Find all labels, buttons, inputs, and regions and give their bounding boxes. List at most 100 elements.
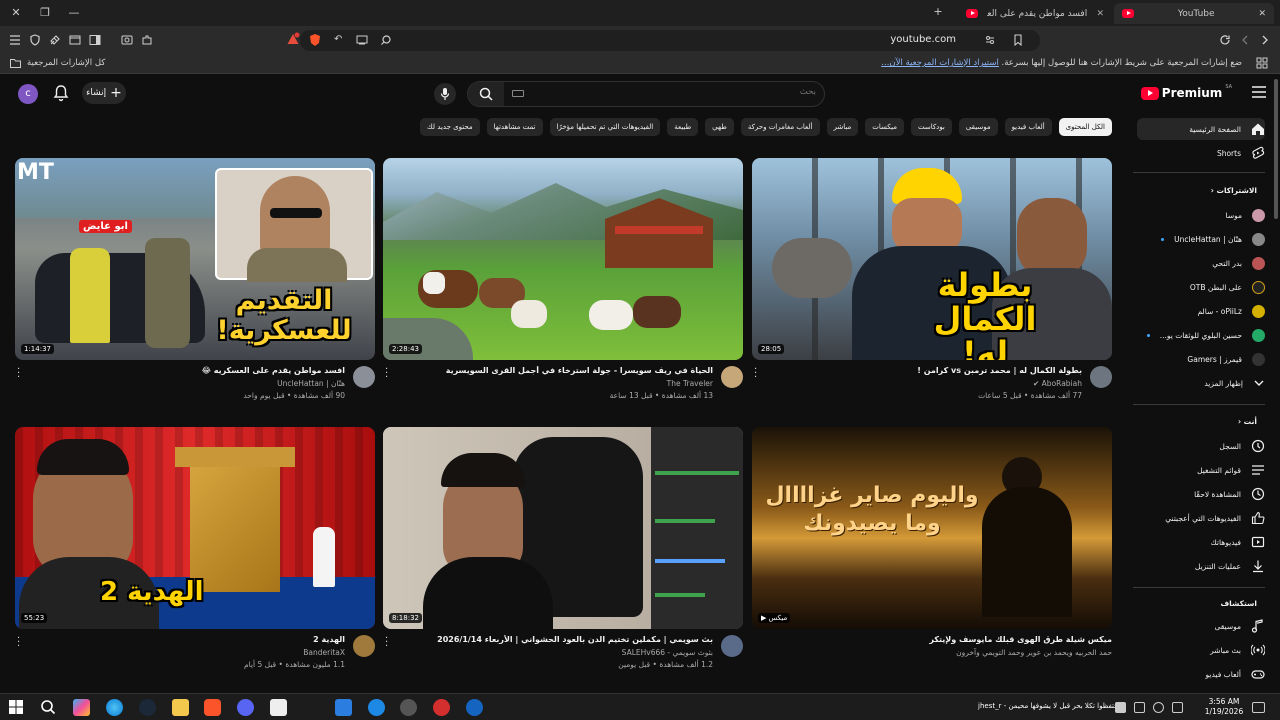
notification-center-icon[interactable]: [1252, 702, 1265, 713]
channel-avatar[interactable]: [721, 366, 743, 388]
subscriptions-heading[interactable]: الاشتراكات ‹: [1211, 186, 1257, 195]
reload-icon[interactable]: [1217, 32, 1233, 48]
channel-name[interactable]: AboRabiah ✔: [1033, 379, 1082, 388]
sidebar-subscription[interactable]: حسين البلوي للوثقات يو...: [1137, 324, 1265, 346]
video-title[interactable]: الحياة في ريف سويسرا - جولة استرخاء في أ…: [395, 366, 713, 375]
sidebar-subscription[interactable]: موسا: [1137, 204, 1265, 226]
sidebar-item-live[interactable]: بث مباشر: [1137, 639, 1265, 661]
video-thumbnail[interactable]: الهدية 2 55:23: [15, 427, 375, 629]
chip-action-adventure[interactable]: ألعاب مغامرات وحركة: [740, 118, 820, 136]
video-card[interactable]: بطولة الكمال له! 28:05 بطولة الكمال له |…: [752, 158, 1112, 406]
brave-browser-icon[interactable]: [204, 699, 221, 716]
chip-mixes[interactable]: ميكسات: [865, 118, 904, 136]
app-icon[interactable]: [466, 699, 483, 716]
edge-icon[interactable]: [106, 699, 123, 716]
app-icon[interactable]: [368, 699, 385, 716]
page-scrollbar[interactable]: [1273, 75, 1280, 693]
battery-icon[interactable]: [1172, 702, 1183, 713]
sidebar-item-watch-later[interactable]: المشاهدة لاحقًا: [1137, 483, 1265, 505]
apps-grid-icon[interactable]: [1256, 57, 1268, 69]
sidebar-subscription[interactable]: هتّان | UncleHattan: [1137, 228, 1265, 250]
chip-gaming[interactable]: ألعاب فيديو: [1004, 118, 1052, 136]
video-thumbnail[interactable]: 2:28:43: [383, 158, 743, 360]
more-actions-icon[interactable]: · · ·: [754, 365, 758, 383]
close-tab-icon[interactable]: ✕: [1096, 9, 1104, 19]
file-explorer-icon[interactable]: [172, 699, 189, 716]
bell-icon[interactable]: [53, 84, 69, 102]
app-icon[interactable]: [335, 699, 352, 716]
minimize-window-icon[interactable]: —: [66, 5, 82, 21]
more-actions-icon[interactable]: · · ·: [385, 365, 389, 383]
sidebar-subscription[interactable]: قيمرز | Gamers: [1137, 348, 1265, 370]
windows-start-icon[interactable]: [8, 699, 25, 716]
channel-avatar[interactable]: [353, 635, 375, 657]
youtube-logo[interactable]: Premium SA: [1140, 84, 1232, 100]
taskbar-notification[interactable]: احتفظوا تكلا بحر قبل لا يشوفها محيمن - j…: [978, 702, 1120, 710]
video-title[interactable]: بث سويمي | مكملين تختيم الدن بالعود الحش…: [395, 635, 713, 644]
more-actions-icon[interactable]: · · ·: [17, 365, 21, 383]
channel-avatar[interactable]: [1090, 366, 1112, 388]
guide-menu-icon[interactable]: [1252, 86, 1266, 98]
address-bar[interactable]: ↶ youtube.com: [287, 30, 1040, 51]
url-text[interactable]: youtube.com: [890, 34, 956, 45]
back-icon[interactable]: [1257, 32, 1273, 48]
reader-icon[interactable]: [356, 34, 368, 46]
sidebar-icon[interactable]: [87, 32, 103, 48]
puzzle-icon[interactable]: [139, 32, 155, 48]
alert-icon[interactable]: [286, 32, 300, 46]
tab-video[interactable]: افسد مواطن يقدم على العسكريه - YouTube ✕: [960, 3, 1110, 24]
copilot-icon[interactable]: [73, 699, 90, 716]
voice-search-button[interactable]: [434, 83, 456, 105]
new-tab-icon[interactable]: +: [930, 4, 946, 20]
sidebar-item-your-videos[interactable]: فيديوهاتك: [1137, 531, 1265, 553]
video-card[interactable]: MT ابو عايض التقديم للعسكرية! 1:14:37 اف…: [15, 158, 375, 406]
clock[interactable]: 3:56 AM 1/19/2026: [1200, 697, 1248, 717]
search-icon[interactable]: [40, 699, 57, 716]
channel-name[interactable]: The Traveler: [667, 379, 713, 388]
sidebar-item-playlists[interactable]: قوائم التشغيل: [1137, 459, 1265, 481]
channel-name[interactable]: هتّان | UncleHattan: [277, 379, 345, 388]
close-window-icon[interactable]: ✕: [8, 5, 24, 21]
channel-name[interactable]: BanderitaX: [303, 648, 345, 657]
video-card[interactable]: واليوم صاير غزاااال وما يصيدونك ▶ ميكس م…: [752, 427, 1112, 675]
scrollbar-thumb[interactable]: [1274, 79, 1278, 219]
video-thumbnail[interactable]: 8:18:32: [383, 427, 743, 629]
video-title[interactable]: الهدية 2: [27, 635, 345, 644]
sidebar-item-music[interactable]: موسيقى: [1137, 615, 1265, 637]
network-icon[interactable]: [1134, 702, 1145, 713]
video-thumbnail[interactable]: MT ابو عايض التقديم للعسكرية! 1:14:37: [15, 158, 375, 360]
channel-avatar[interactable]: [353, 366, 375, 388]
chip-music[interactable]: موسيقى: [958, 118, 998, 136]
screenshot-icon[interactable]: [119, 32, 135, 48]
tray-icon[interactable]: [1115, 702, 1126, 713]
video-card[interactable]: 2:28:43 الحياة في ريف سويسرا - جولة استر…: [383, 158, 743, 406]
sidebar-item-downloads[interactable]: عمليات التنزيل: [1137, 555, 1265, 577]
more-actions-icon[interactable]: · · ·: [17, 634, 21, 652]
chip-recently-uploaded[interactable]: الفيديوهات التي تم تحميلها مؤخرًا: [549, 118, 661, 136]
sidebar-subscription[interactable]: oPiiLz - سالم: [1137, 300, 1265, 322]
volume-icon[interactable]: [1153, 702, 1164, 713]
sidebar-show-more[interactable]: إظهار المزيد: [1137, 372, 1265, 394]
settings-icon[interactable]: [400, 699, 417, 716]
steam-icon[interactable]: [139, 699, 156, 716]
chip-nature[interactable]: طبيعة: [667, 118, 699, 136]
menu-icon[interactable]: [7, 32, 23, 48]
tab-youtube[interactable]: YouTube ✕: [1114, 3, 1274, 24]
sidebar-item-home[interactable]: الصفحة الرئيسية: [1137, 118, 1265, 140]
app-icon[interactable]: [433, 699, 450, 716]
bookmark-icon[interactable]: [1012, 34, 1024, 46]
channel-name[interactable]: بثوث سويمي - SALEHv666: [622, 648, 713, 657]
site-settings-icon[interactable]: [984, 34, 996, 46]
video-title[interactable]: بطولة الكمال له | محمد ترمبن vs كرامن !: [764, 366, 1082, 375]
avatar[interactable]: c: [18, 84, 38, 104]
video-title[interactable]: ميكس شيلة طرق الهوى قبلك مايوسف ولإيتكر: [794, 635, 1112, 644]
all-bookmarks-button[interactable]: كل الإشارات المرجعية: [10, 58, 105, 68]
search-button[interactable]: [468, 82, 504, 106]
video-thumbnail[interactable]: بطولة الكمال له! 28:05: [752, 158, 1112, 360]
chip-live[interactable]: مباشر: [826, 118, 859, 136]
close-tab-icon[interactable]: ✕: [1258, 9, 1266, 19]
sidebar-item-gaming[interactable]: ألعاب فيديو: [1137, 663, 1265, 685]
search-icon[interactable]: [380, 34, 392, 46]
sidebar-item-history[interactable]: السجل: [1137, 435, 1265, 457]
chip-watched[interactable]: تمت مشاهدتها: [486, 118, 543, 136]
